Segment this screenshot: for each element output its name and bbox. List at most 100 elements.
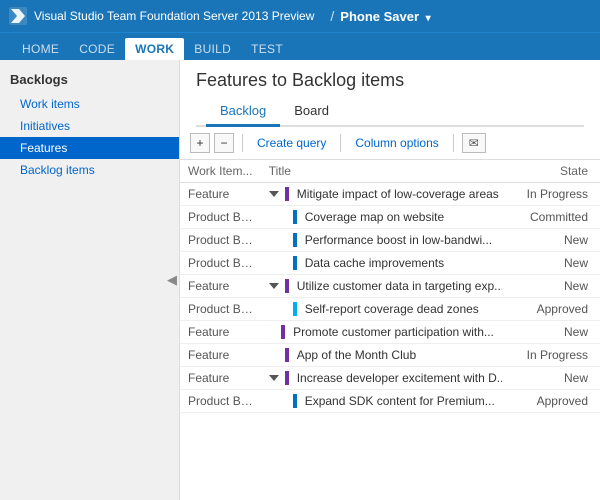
table-row: Feature Promote customer participation wi…: [180, 321, 600, 344]
main-nav: HOMECODEWORKBUILDTEST: [0, 32, 600, 60]
cell-type: Feature: [180, 367, 261, 390]
sidebar: Backlogs Work items InitiativesFeaturesB…: [0, 60, 180, 500]
title-text: Increase developer excitement with D...: [297, 371, 502, 385]
title-text: Self-report coverage dead zones: [305, 302, 479, 316]
title-text: Expand SDK content for Premium...: [305, 394, 495, 408]
type-color-bar: [293, 256, 297, 270]
mail-button[interactable]: ✉: [462, 133, 486, 153]
cell-title[interactable]: Self-report coverage dead zones: [261, 298, 502, 321]
table-header-row: Work Item... Title State: [180, 160, 600, 183]
cell-title[interactable]: Performance boost in low-bandwi...: [261, 229, 502, 252]
cell-state: New: [502, 229, 600, 252]
cell-type: Product B…: [180, 229, 261, 252]
main-panel: Features to Backlog items BacklogBoard +…: [180, 60, 600, 500]
type-color-bar: [285, 371, 289, 385]
cell-type: Product B…: [180, 252, 261, 275]
sub-nav-tabs: BacklogBoard: [196, 97, 584, 127]
table-row: Product B… Data cache improvements New: [180, 252, 600, 275]
nav-item-work[interactable]: WORK: [125, 38, 184, 60]
app-title: Visual Studio Team Foundation Server 201…: [34, 9, 314, 23]
sidebar-item-initiatives[interactable]: Initiatives: [0, 115, 179, 137]
col-header-type: Work Item...: [180, 160, 261, 183]
cell-state: New: [502, 252, 600, 275]
table-row: Product B…Self-report coverage dead zone…: [180, 298, 600, 321]
table-row: Feature Increase developer excitement wit…: [180, 367, 600, 390]
sidebar-item-backlog-items[interactable]: Backlog items: [0, 159, 179, 181]
title-text: Utilize customer data in targeting exp..…: [297, 279, 502, 293]
toolbar-divider-1: [242, 134, 243, 152]
project-name[interactable]: Phone Saver ▾: [340, 9, 430, 24]
sidebar-item-features[interactable]: Features: [0, 137, 179, 159]
cell-title[interactable]: App of the Month Club: [261, 344, 502, 367]
type-color-bar: [293, 302, 297, 316]
title-text: Promote customer participation with...: [293, 325, 494, 339]
nav-item-home[interactable]: HOME: [12, 38, 69, 60]
title-text: Mitigate impact of low-coverage areas: [297, 187, 499, 201]
tab-backlog[interactable]: Backlog: [206, 97, 280, 127]
table-row: Product B… Expand SDK content for Premium…: [180, 390, 600, 413]
toolbar-divider-3: [453, 134, 454, 152]
cell-title[interactable]: Data cache improvements: [261, 252, 502, 275]
type-color-bar: [293, 233, 297, 247]
tab-board[interactable]: Board: [280, 97, 343, 127]
main-panel-header: Features to Backlog items BacklogBoard: [180, 60, 600, 127]
content-area: Backlogs Work items InitiativesFeaturesB…: [0, 60, 600, 500]
table-body: Feature Mitigate impact of low-coverage a…: [180, 183, 600, 413]
title-text: Coverage map on website: [305, 210, 444, 224]
cell-title[interactable]: Utilize customer data in targeting exp..…: [261, 275, 502, 298]
nav-item-build[interactable]: BUILD: [184, 38, 241, 60]
sidebar-items-list: InitiativesFeaturesBacklog items: [0, 115, 179, 181]
title-text: App of the Month Club: [297, 348, 416, 362]
create-query-link[interactable]: Create query: [251, 134, 332, 152]
table-row: Product B… Coverage map on website Committ…: [180, 206, 600, 229]
type-color-bar: [285, 348, 289, 362]
cell-type: Feature: [180, 275, 261, 298]
cell-type: Feature: [180, 183, 261, 206]
top-bar: Visual Studio Team Foundation Server 201…: [0, 0, 600, 32]
page-title: Features to Backlog items: [196, 70, 584, 91]
type-color-bar: [285, 279, 289, 293]
cell-title[interactable]: Coverage map on website: [261, 206, 502, 229]
cell-state: In Progress: [502, 183, 600, 206]
cell-type: Feature: [180, 321, 261, 344]
nav-item-code[interactable]: CODE: [69, 38, 125, 60]
toolbar-divider-2: [340, 134, 341, 152]
cell-title[interactable]: Expand SDK content for Premium...: [261, 390, 502, 413]
cell-state: Approved: [502, 298, 600, 321]
table-row: Feature Mitigate impact of low-coverage a…: [180, 183, 600, 206]
cell-title[interactable]: Promote customer participation with...: [261, 321, 502, 344]
col-header-title: Title: [261, 160, 502, 183]
title-text: Performance boost in low-bandwi...: [305, 233, 492, 247]
column-options-link[interactable]: Column options: [349, 134, 444, 152]
title-text: Data cache improvements: [305, 256, 444, 270]
cell-title[interactable]: Increase developer excitement with D...: [261, 367, 502, 390]
type-color-bar: [281, 325, 285, 339]
collapse-all-button[interactable]: −: [214, 133, 234, 153]
sidebar-section-header: Backlogs: [0, 66, 179, 93]
table-row: FeatureApp of the Month ClubIn Progress: [180, 344, 600, 367]
cell-type: Product B…: [180, 390, 261, 413]
nav-separator: /: [330, 8, 334, 24]
cell-state: New: [502, 275, 600, 298]
vs-logo: [8, 6, 28, 26]
cell-state: Committed: [502, 206, 600, 229]
expand-all-button[interactable]: +: [190, 133, 210, 153]
expand-triangle-icon[interactable]: [269, 283, 279, 289]
cell-state: New: [502, 367, 600, 390]
toolbar: + − Create query Column options ✉: [180, 127, 600, 160]
sidebar-work-items-link[interactable]: Work items: [0, 93, 179, 115]
table-row: Feature Utilize customer data in targetin…: [180, 275, 600, 298]
type-color-bar: [285, 187, 289, 201]
cell-title[interactable]: Mitigate impact of low-coverage areas: [261, 183, 502, 206]
sidebar-collapse-handle[interactable]: ◀: [165, 60, 179, 500]
cell-state: Approved: [502, 390, 600, 413]
col-header-state: State: [502, 160, 600, 183]
cell-state: New: [502, 321, 600, 344]
nav-item-test[interactable]: TEST: [241, 38, 293, 60]
expand-triangle-icon[interactable]: [269, 191, 279, 197]
expand-triangle-icon[interactable]: [269, 375, 279, 381]
table-header: Work Item... Title State: [180, 160, 600, 183]
cell-type: Product B…: [180, 206, 261, 229]
table-row: Product B… Performance boost in low-bandw…: [180, 229, 600, 252]
backlog-data-table: Work Item... Title State Feature Mitigate…: [180, 160, 600, 413]
